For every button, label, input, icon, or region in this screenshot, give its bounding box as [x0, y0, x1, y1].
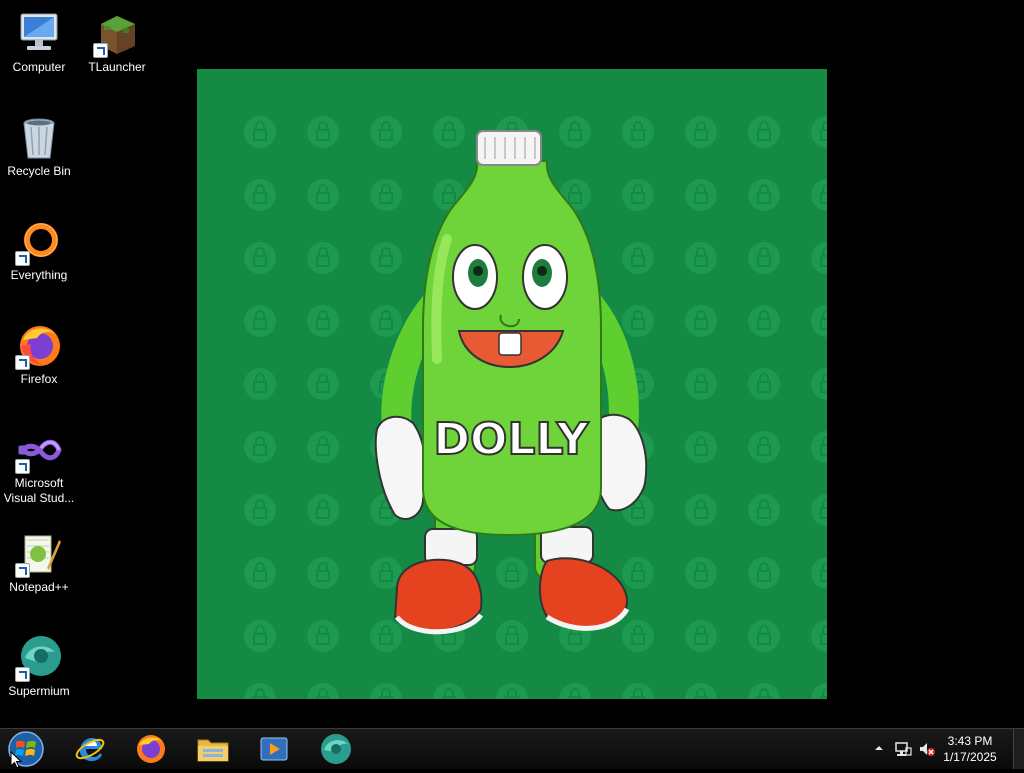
desktop-icon-label: Notepad++ — [9, 580, 69, 594]
firefox-icon — [137, 735, 165, 763]
taskbar-internet-explorer[interactable] — [62, 731, 118, 767]
computer-icon — [15, 10, 63, 58]
notepad-plus-plus-icon — [15, 530, 63, 578]
internet-explorer-icon — [75, 738, 105, 761]
taskbar-firefox[interactable] — [123, 731, 179, 767]
tray-clock[interactable]: 3:43 PM 1/17/2025 — [938, 733, 1002, 765]
desktop-icon-label: Recycle Bin — [7, 164, 71, 178]
desktop-icon-label: TLauncher — [88, 60, 146, 74]
dolly-shirt-text: DOLLY — [433, 414, 589, 465]
taskbar-media-player[interactable] — [246, 731, 302, 767]
dolly-mascot-illustration: DOLLY — [374, 130, 648, 635]
media-player-icon — [260, 737, 288, 761]
wallpaper-image: DOLLY — [197, 69, 827, 699]
supermium-icon — [321, 734, 351, 764]
taskbar-supermium[interactable] — [308, 731, 364, 767]
desktop-icon-tlauncher[interactable]: TLauncher — [79, 2, 155, 75]
shortcut-arrow-icon — [15, 563, 30, 578]
taskbar-file-explorer[interactable] — [185, 731, 241, 767]
show-desktop-button[interactable] — [1013, 729, 1024, 769]
taskbar: 3:43 PM 1/17/2025 — [0, 728, 1024, 769]
shortcut-arrow-icon — [15, 355, 30, 370]
desktop-icon-visual-studio[interactable]: Microsoft Visual Stud... — [1, 418, 77, 506]
desktop-icon-notepad-plus-plus[interactable]: Notepad++ — [1, 522, 77, 595]
tray-expand-icon[interactable] — [872, 741, 886, 755]
shortcut-arrow-icon — [15, 459, 30, 474]
desktop[interactable]: Computer TLauncher Recycle Bin Everythin… — [0, 0, 1024, 728]
system-tray: 3:43 PM 1/17/2025 — [864, 729, 1024, 769]
network-icon[interactable] — [894, 740, 912, 758]
desktop-icon-label: Supermium — [8, 684, 70, 698]
everything-icon — [15, 218, 63, 266]
supermium-icon — [15, 634, 63, 682]
folder-icon — [197, 739, 229, 762]
desktop-icon-supermium[interactable]: Supermium — [1, 626, 77, 699]
desktop-icon-label: Microsoft Visual Stud... — [3, 476, 75, 505]
firefox-icon — [15, 322, 63, 370]
clock-date: 1/17/2025 — [943, 750, 997, 764]
desktop-icon-recycle-bin[interactable]: Recycle Bin — [1, 106, 77, 179]
shortcut-arrow-icon — [15, 251, 30, 266]
mouse-cursor-icon — [10, 751, 22, 769]
clock-time: 3:43 PM — [947, 734, 993, 748]
shortcut-arrow-icon — [93, 43, 108, 58]
recycle-bin-icon — [15, 114, 63, 162]
desktop-icon-firefox[interactable]: Firefox — [1, 314, 77, 387]
desktop-icon-everything[interactable]: Everything — [1, 210, 77, 283]
tlauncher-icon — [93, 10, 141, 58]
shortcut-arrow-icon — [15, 667, 30, 682]
desktop-icon-label: Everything — [10, 268, 68, 282]
desktop-icon-label: Computer — [12, 60, 66, 74]
desktop-icon-label: Firefox — [20, 372, 58, 386]
volume-muted-icon[interactable] — [918, 740, 936, 758]
visual-studio-icon — [15, 426, 63, 474]
desktop-icon-computer[interactable]: Computer — [1, 2, 77, 75]
